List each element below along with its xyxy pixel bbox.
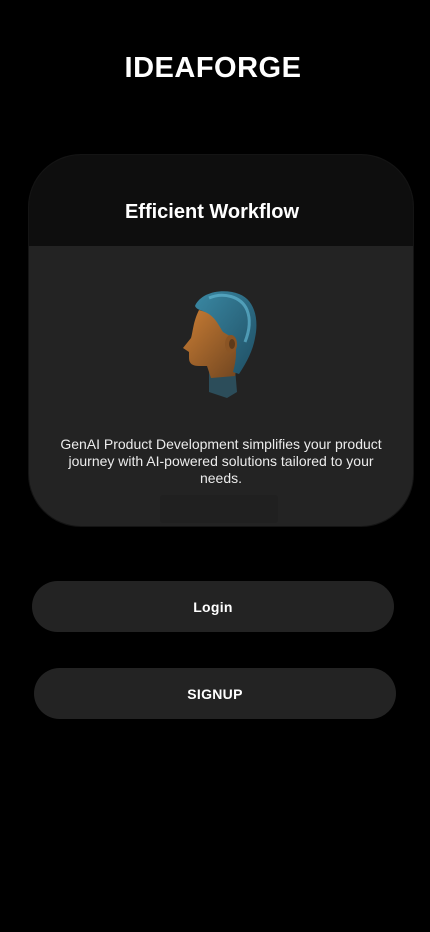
card-description: GenAI Product Development simplifies you… xyxy=(60,436,382,486)
feature-card: Efficient Workflow GenAI Product Develop… xyxy=(29,155,413,526)
app-title: IDEAFORGE xyxy=(124,52,302,84)
login-button[interactable]: Login xyxy=(32,581,394,632)
ai-head-profile-icon xyxy=(179,288,261,398)
card-title: Efficient Workflow xyxy=(124,201,300,223)
card-indicator xyxy=(160,495,278,523)
signup-button[interactable]: SIGNUP xyxy=(34,668,396,719)
